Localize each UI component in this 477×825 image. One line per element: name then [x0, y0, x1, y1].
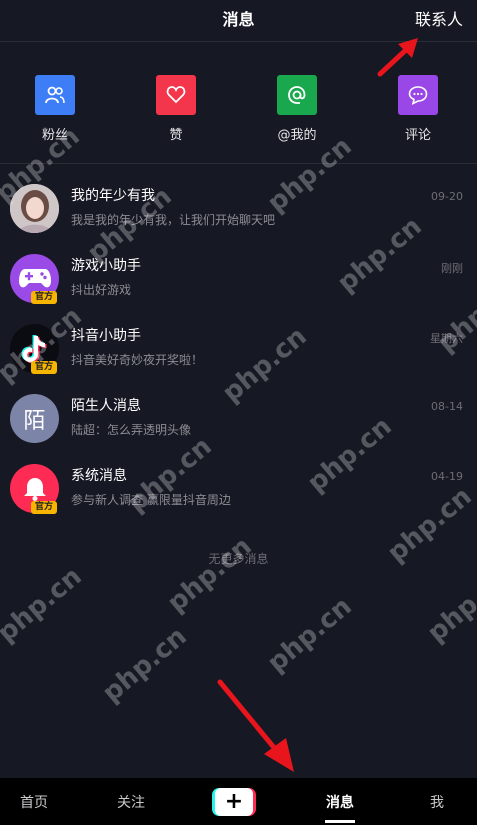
- watermark: php.cn: [97, 621, 193, 709]
- create-video-button[interactable]: +: [212, 788, 256, 816]
- watermark: php.cn: [422, 561, 477, 649]
- shortcut-fans[interactable]: 粉丝: [15, 75, 95, 143]
- tiktok-logo-icon: [21, 334, 46, 363]
- message-time: 04-19: [431, 470, 463, 483]
- message-preview: 参与新人调查 赢限量抖音周边: [71, 493, 231, 507]
- no-more-messages: 无更多消息: [208, 552, 269, 566]
- shortcut-label: 赞: [169, 128, 183, 143]
- message-title: 系统消息: [71, 468, 127, 484]
- header: 消息 联系人: [0, 0, 477, 42]
- stranger-avatar-char: 陌: [10, 394, 59, 443]
- avatar: 官方: [10, 464, 59, 514]
- shortcut-label: 评论: [404, 128, 431, 143]
- tab-home[interactable]: 首页: [20, 792, 48, 812]
- message-time: 刚刚: [441, 262, 463, 275]
- watermark: php.cn: [0, 561, 88, 649]
- avatar: [10, 184, 59, 233]
- active-tab-indicator: [325, 820, 355, 823]
- avatar: 官方: [10, 254, 59, 304]
- message-preview: 抖音美好奇妙夜开奖啦！: [71, 353, 204, 367]
- watermark: php.cn: [162, 531, 258, 619]
- message-time: 09-20: [431, 190, 463, 203]
- bell-icon: [23, 477, 46, 501]
- shortcut-row: 粉丝 赞 @我的 评论: [0, 42, 477, 164]
- shortcut-likes[interactable]: 赞: [136, 75, 216, 143]
- tab-me[interactable]: 我: [430, 792, 444, 812]
- contacts-link[interactable]: 联系人: [415, 6, 463, 30]
- message-title: 我的年少有我: [71, 188, 155, 204]
- message-item-douyin-assistant[interactable]: 官方 抖音小助手 抖音美好奇妙夜开奖啦！ 星期六: [0, 324, 477, 394]
- tab-follow[interactable]: 关注: [117, 792, 145, 812]
- bottom-nav: 首页 关注 + 消息 我: [0, 778, 477, 825]
- message-item-game-assistant[interactable]: 官方 游戏小助手 抖出好游戏 刚刚: [0, 254, 477, 324]
- shortcut-mentions[interactable]: @我的: [257, 75, 337, 143]
- message-preview: 抖出好游戏: [71, 283, 132, 297]
- message-item-system[interactable]: 官方 系统消息 参与新人调查 赢限量抖音周边 04-19: [0, 464, 477, 534]
- message-title: 游戏小助手: [71, 258, 141, 274]
- fans-icon: [35, 75, 75, 115]
- comment-icon: [398, 75, 438, 115]
- page-title: 消息: [222, 10, 255, 29]
- tab-messages[interactable]: 消息: [326, 792, 354, 812]
- official-badge: 官方: [31, 291, 57, 304]
- shortcut-label: 粉丝: [41, 128, 68, 143]
- arrow-to-messages-tab-icon: [217, 679, 294, 772]
- message-time: 08-14: [431, 400, 463, 413]
- message-item-friend[interactable]: 我的年少有我 我是我的年少有我，让我们开始聊天吧 09-20: [0, 184, 477, 254]
- shortcut-label: @我的: [277, 128, 317, 143]
- official-badge: 官方: [31, 361, 57, 374]
- avatar: 官方: [10, 324, 59, 374]
- at-icon: [277, 75, 317, 115]
- message-title: 陌生人消息: [71, 398, 141, 414]
- message-preview: 陆超：怎么弄透明头像: [71, 423, 192, 437]
- message-title: 抖音小助手: [71, 328, 141, 344]
- message-preview: 我是我的年少有我，让我们开始聊天吧: [71, 213, 276, 227]
- avatar: 陌: [10, 394, 59, 443]
- watermark: php.cn: [262, 591, 358, 679]
- shortcut-comments[interactable]: 评论: [378, 75, 458, 143]
- gamepad-icon: [18, 268, 51, 287]
- official-badge: 官方: [31, 501, 57, 514]
- plus-icon: +: [215, 788, 253, 816]
- message-item-strangers[interactable]: 陌 陌生人消息 陆超：怎么弄透明头像 08-14: [0, 394, 477, 464]
- heart-icon: [156, 75, 196, 115]
- message-time: 星期六: [430, 332, 463, 345]
